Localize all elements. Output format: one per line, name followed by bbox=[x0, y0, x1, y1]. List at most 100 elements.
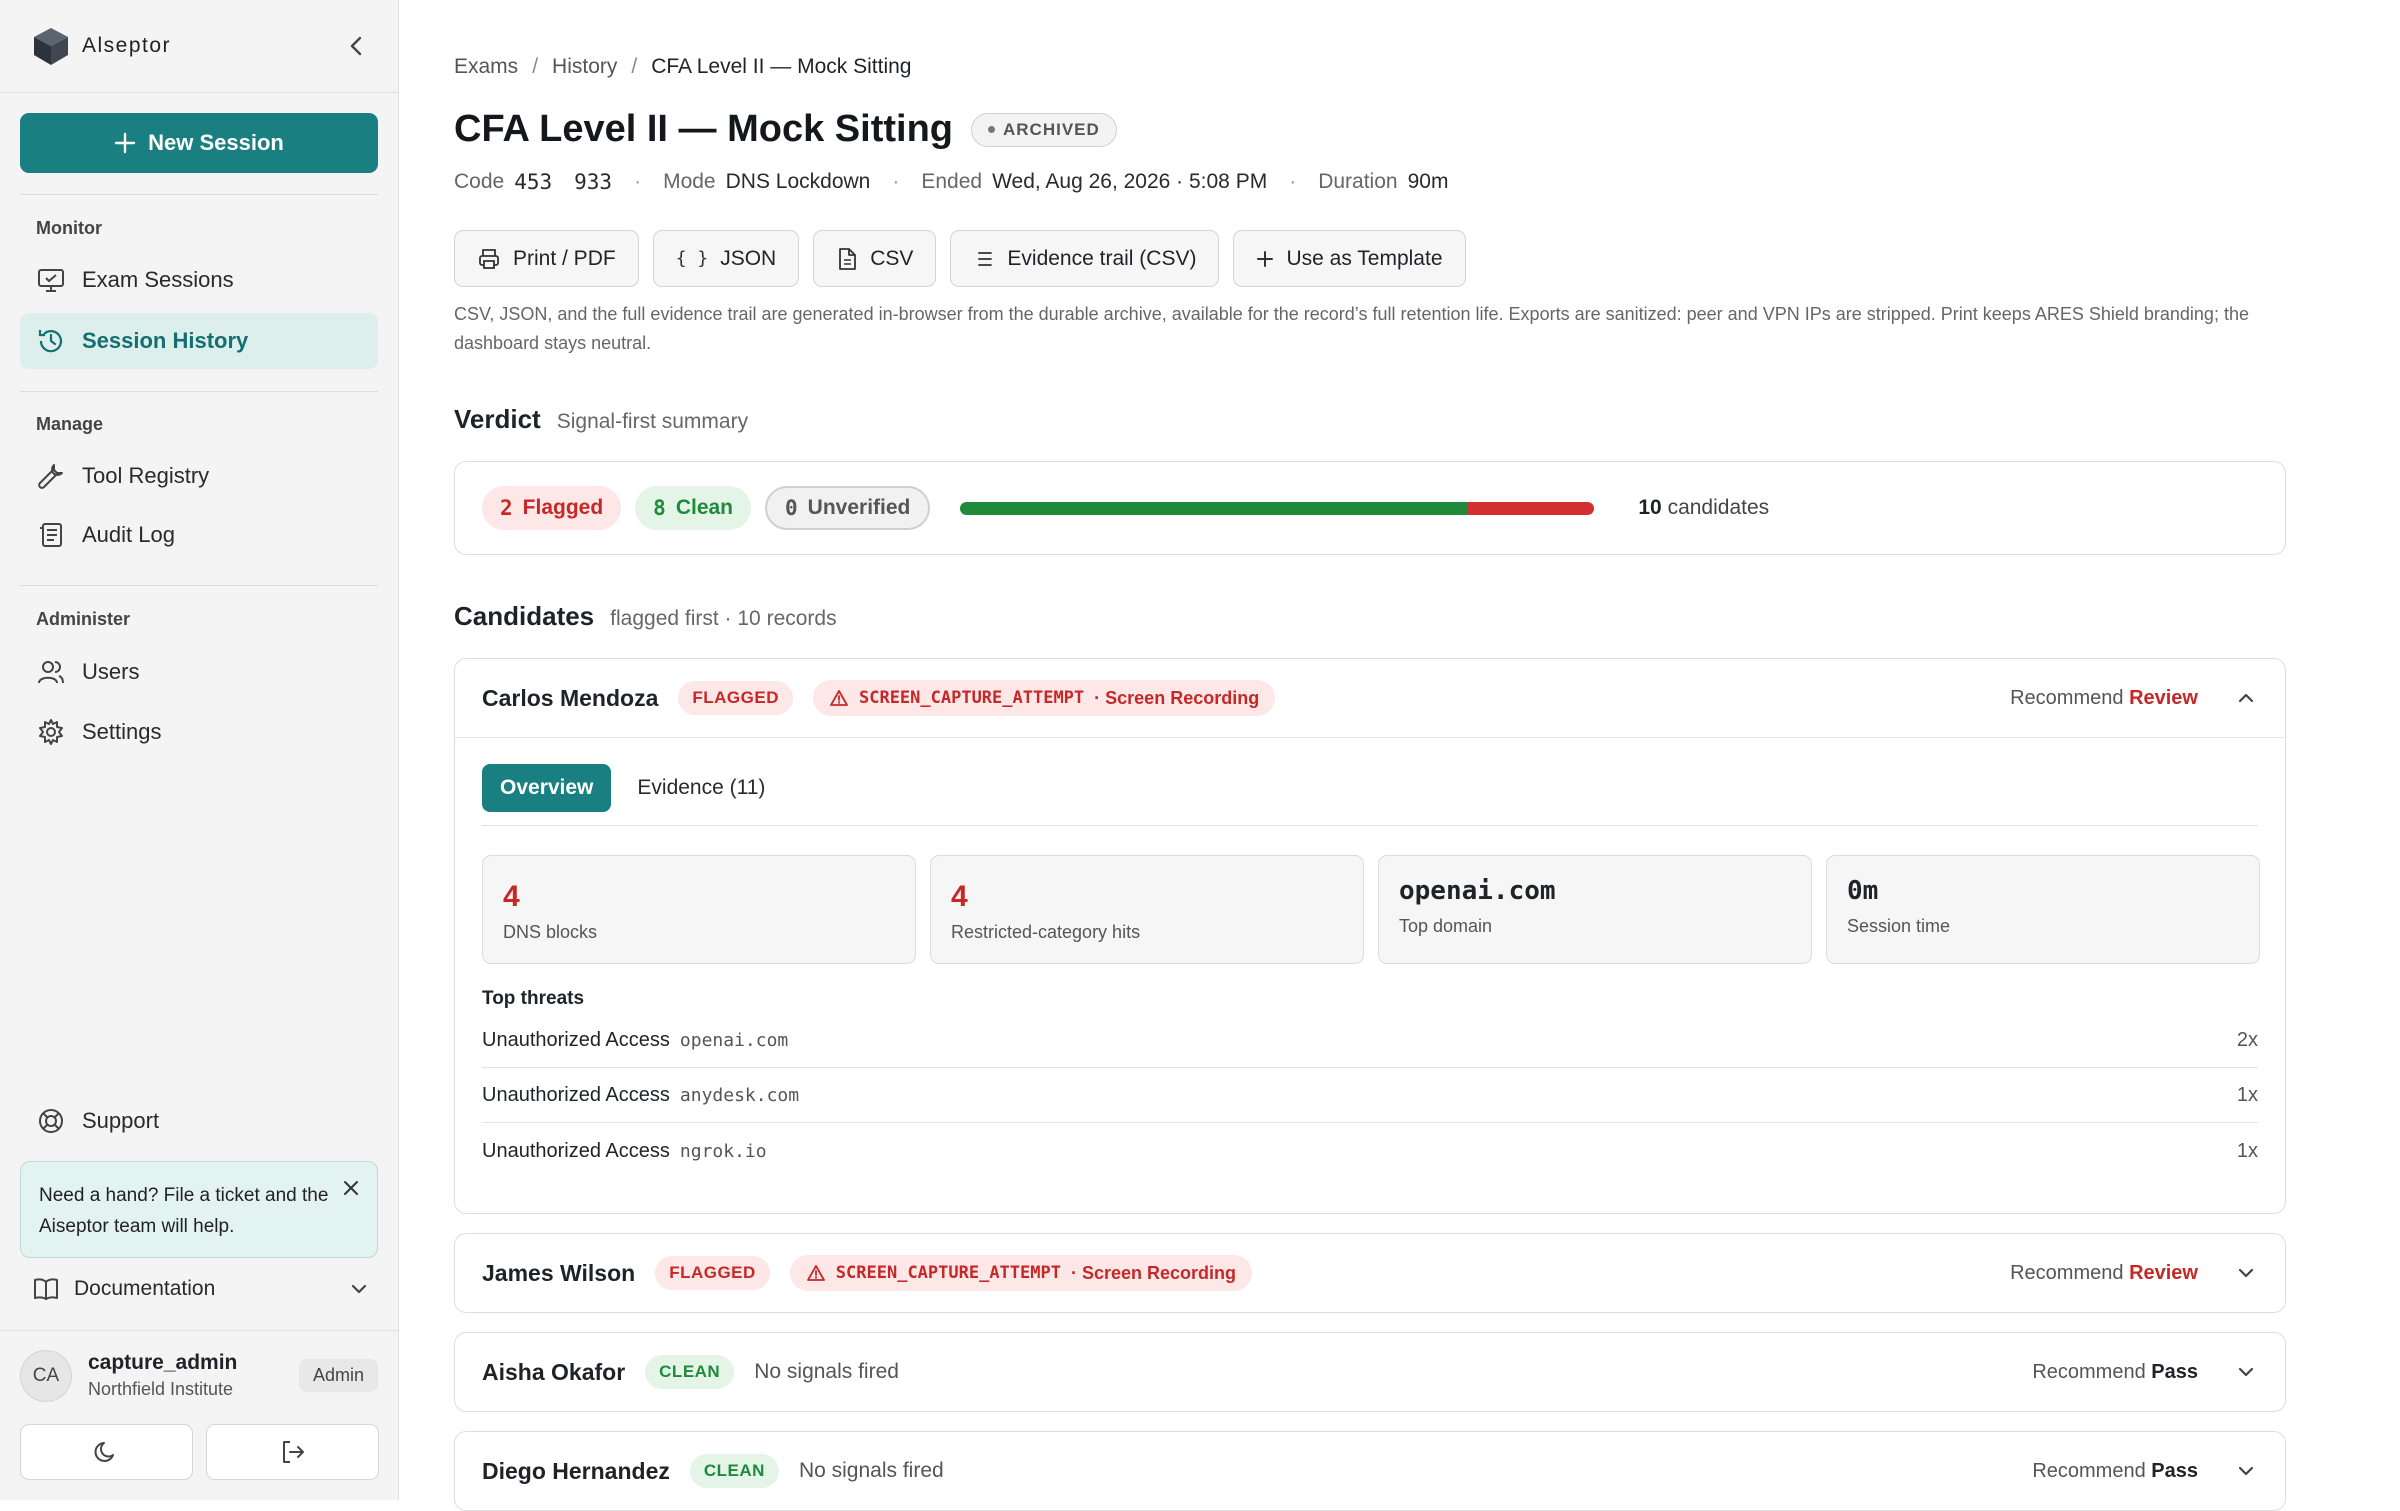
candidate-total-label: candidates bbox=[1667, 496, 1770, 519]
sidebar-item-settings[interactable]: Settings bbox=[20, 704, 378, 760]
file-icon bbox=[839, 247, 857, 270]
ended-value: Wed, Aug 26, 2026 · 5:08 PM bbox=[992, 170, 1268, 193]
logout-button[interactable] bbox=[206, 1424, 379, 1480]
stat-value: 4 bbox=[951, 880, 968, 913]
recommendation: Recommend Review bbox=[2010, 687, 2198, 710]
collapse-candidate-button[interactable] bbox=[2234, 686, 2258, 710]
status-badge-label: ARCHIVED bbox=[1003, 119, 1100, 139]
csv-export-button[interactable]: CSV bbox=[813, 230, 937, 287]
recommendation: Recommend Pass bbox=[2032, 1361, 2198, 1384]
sidebar-item-tool-registry[interactable]: Tool Registry bbox=[20, 448, 378, 504]
breadcrumb-history[interactable]: History bbox=[552, 55, 617, 79]
sidebar-item-label: Audit Log bbox=[82, 522, 175, 547]
gear-icon bbox=[36, 717, 66, 747]
candidate-header[interactable]: James Wilson FLAGGED SCREEN_CAPTURE_ATTE… bbox=[455, 1234, 2285, 1312]
status-dot-icon bbox=[988, 126, 995, 133]
chevron-down-icon bbox=[2238, 1268, 2254, 1278]
recommendation: Recommend Review bbox=[2010, 1262, 2198, 1285]
flagged-pill[interactable]: 2 Flagged bbox=[482, 486, 622, 530]
plus-icon bbox=[114, 132, 136, 154]
sidebar-item-users[interactable]: Users bbox=[20, 644, 378, 700]
signal-label: · Screen Recording bbox=[1070, 1262, 1237, 1283]
meta-separator: · bbox=[634, 170, 642, 193]
candidate-header[interactable]: Carlos Mendoza FLAGGED SCREEN_CAPTURE_AT… bbox=[455, 659, 2285, 737]
threat-category: Unauthorized Access bbox=[482, 1029, 670, 1051]
breadcrumb-exams[interactable]: Exams bbox=[454, 55, 518, 79]
stat-card-top-domain: openai.com Top domain bbox=[1378, 855, 1812, 964]
stat-card-restricted-hits: 4 Restricted-category hits bbox=[930, 855, 1364, 964]
section-monitor: Monitor bbox=[36, 218, 102, 238]
list-icon bbox=[978, 251, 993, 266]
candidate-header[interactable]: Aisha Okafor CLEAN No signals fired Reco… bbox=[455, 1333, 2285, 1411]
close-icon bbox=[344, 1181, 358, 1195]
avatar[interactable]: CA bbox=[20, 1349, 72, 1402]
page-title: CFA Level II — Mock Sitting bbox=[454, 108, 953, 150]
use-as-template-button[interactable]: Use as Template bbox=[1233, 230, 1466, 287]
json-export-button[interactable]: { } JSON bbox=[652, 230, 800, 287]
duration-label: Duration bbox=[1318, 170, 1398, 193]
help-callout: Need a hand? File a ticket and the Aisep… bbox=[20, 1161, 378, 1258]
clean-pill[interactable]: 8 Clean bbox=[635, 486, 752, 530]
stat-value: openai.com bbox=[1399, 876, 1556, 906]
printer-icon bbox=[479, 248, 499, 269]
app-logo[interactable]: Alseptor bbox=[30, 25, 171, 67]
signal-badge: SCREEN_CAPTURE_ATTEMPT · Screen Recordin… bbox=[812, 680, 1276, 716]
stat-label: Restricted-category hits bbox=[951, 922, 1141, 942]
sidebar-item-label: Users bbox=[82, 659, 140, 684]
sidebar-item-support[interactable]: Support bbox=[20, 1093, 378, 1149]
recommend-label: Recommend bbox=[2032, 1360, 2146, 1383]
evidence-trail-button[interactable]: Evidence trail (CSV) bbox=[950, 230, 1220, 287]
candidate-name: Carlos Mendoza bbox=[482, 684, 659, 711]
code-label: Code bbox=[454, 170, 505, 193]
theme-toggle-button[interactable] bbox=[20, 1424, 193, 1480]
chevron-down-icon bbox=[2238, 1367, 2254, 1377]
sidebar-item-label: Exam Sessions bbox=[82, 267, 234, 292]
close-help-button[interactable] bbox=[341, 1178, 361, 1198]
threat-category: Unauthorized Access bbox=[482, 1084, 670, 1106]
unverified-pill[interactable]: 0 Unverified bbox=[765, 486, 931, 530]
breadcrumb-separator: / bbox=[631, 55, 638, 78]
tab-overview[interactable]: Overview bbox=[482, 764, 612, 812]
candidate-header[interactable]: Diego Hernandez CLEAN No signals fired R… bbox=[455, 1432, 2285, 1510]
flagged-count: 2 bbox=[500, 496, 513, 520]
user-org: Northfield Institute bbox=[88, 1379, 234, 1399]
warning-icon bbox=[830, 690, 848, 706]
sidebar-item-audit-log[interactable]: Audit Log bbox=[20, 507, 378, 563]
wrench-icon bbox=[36, 461, 66, 491]
documentation-dropdown[interactable]: Documentation bbox=[20, 1266, 378, 1312]
sidebar-item-exam-sessions[interactable]: Exam Sessions bbox=[20, 252, 378, 308]
status-badge: ARCHIVED bbox=[971, 112, 1117, 147]
help-text: Need a hand? File a ticket and the Aisep… bbox=[39, 1185, 329, 1237]
json-label: JSON bbox=[720, 246, 777, 270]
collapse-sidebar-button[interactable] bbox=[344, 34, 368, 58]
print-pdf-button[interactable]: Print / PDF bbox=[454, 230, 639, 287]
sidebar-item-session-history[interactable]: Session History bbox=[20, 313, 378, 369]
stat-label: DNS blocks bbox=[503, 922, 598, 942]
bar-flagged-segment bbox=[1467, 501, 1595, 515]
export-actions: Print / PDF { } JSON CSV Evidence trail … bbox=[454, 230, 1466, 287]
recommend-label: Recommend bbox=[2010, 1261, 2124, 1284]
evidence-trail-label: Evidence trail (CSV) bbox=[1007, 246, 1197, 270]
new-session-button[interactable]: New Session bbox=[20, 113, 378, 173]
expand-candidate-button[interactable] bbox=[2234, 1360, 2258, 1384]
lifebuoy-icon bbox=[36, 1106, 66, 1136]
title-row: CFA Level II — Mock Sitting ARCHIVED bbox=[454, 108, 1117, 151]
threat-count: 1x bbox=[2236, 1084, 2258, 1106]
signal-code: SCREEN_CAPTURE_ATTEMPT bbox=[835, 1263, 1061, 1283]
signal-code: SCREEN_CAPTURE_ATTEMPT bbox=[858, 688, 1085, 708]
stat-card-dns-blocks: 4 DNS blocks bbox=[482, 855, 916, 964]
status-badge: CLEAN bbox=[689, 1454, 779, 1488]
ended-label: Ended bbox=[921, 170, 983, 193]
expand-candidate-button[interactable] bbox=[2234, 1459, 2258, 1483]
chevron-up-icon bbox=[2238, 693, 2254, 703]
code-part-b: 933 bbox=[574, 170, 613, 194]
tab-evidence[interactable]: Evidence (11) bbox=[637, 764, 765, 812]
expand-candidate-button[interactable] bbox=[2234, 1261, 2258, 1285]
flagged-label: Flagged bbox=[522, 496, 604, 519]
recommend-label: Recommend bbox=[2032, 1459, 2146, 1482]
section-administer: Administer bbox=[36, 609, 131, 629]
unverified-count: 0 bbox=[785, 496, 798, 520]
candidates-subtitle: flagged first · 10 records bbox=[610, 607, 837, 630]
mode-label: Mode bbox=[663, 170, 716, 193]
sidebar-item-label: Support bbox=[82, 1108, 160, 1133]
